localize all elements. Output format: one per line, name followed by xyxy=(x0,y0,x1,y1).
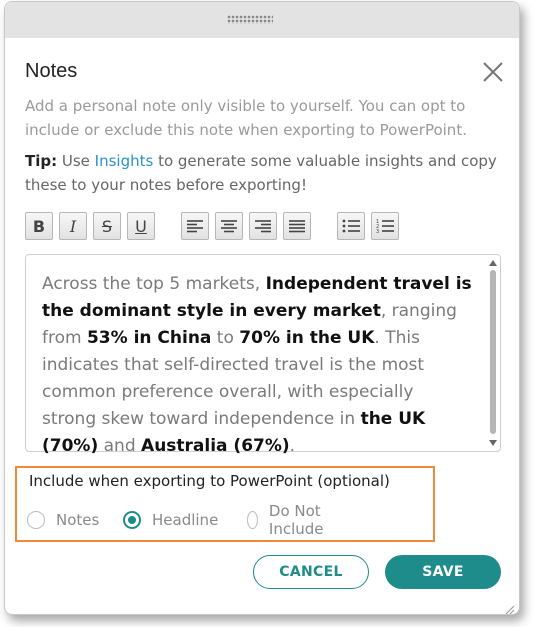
insights-link[interactable]: Insights xyxy=(95,152,154,170)
scroll-thumb[interactable] xyxy=(490,270,496,434)
align-right-icon[interactable] xyxy=(249,212,277,240)
export-options-label: Include when exporting to PowerPoint (op… xyxy=(29,472,390,490)
drag-handle-bar[interactable] xyxy=(5,2,519,38)
tip-pre: Use xyxy=(57,152,95,170)
save-button[interactable]: SAVE xyxy=(385,555,501,589)
radio-label: Do Not Include xyxy=(268,502,324,538)
svg-text:3: 3 xyxy=(376,229,379,233)
dialog-title: Notes xyxy=(25,60,78,82)
note-segment: to xyxy=(211,328,240,348)
strikethrough-icon[interactable]: S xyxy=(93,212,121,240)
scroll-up-icon[interactable] xyxy=(489,260,497,266)
note-segment: Across the top 5 markets, xyxy=(42,274,266,294)
align-left-icon[interactable] xyxy=(181,212,209,240)
scroll-down-icon[interactable] xyxy=(489,440,497,446)
radio-label: Notes xyxy=(56,511,100,529)
radio-circle[interactable] xyxy=(247,511,258,529)
numbered-list-icon[interactable]: 123 xyxy=(371,212,399,240)
resize-handle-icon[interactable] xyxy=(505,600,515,615)
note-text[interactable]: Across the top 5 markets, Independent tr… xyxy=(42,271,472,460)
note-segment: and xyxy=(98,436,142,456)
radio-circle[interactable] xyxy=(27,511,45,529)
align-center-icon[interactable] xyxy=(215,212,243,240)
close-icon[interactable] xyxy=(479,58,507,86)
bullet-list-icon[interactable] xyxy=(337,212,365,240)
italic-icon[interactable]: I xyxy=(59,212,87,240)
radio-circle[interactable] xyxy=(123,511,141,529)
justify-icon[interactable] xyxy=(283,212,311,240)
bold-icon[interactable]: B xyxy=(25,212,53,240)
radio-label: Headline xyxy=(152,511,219,529)
tip-label: Tip: xyxy=(25,152,58,170)
radio-headline[interactable]: Headline xyxy=(123,508,218,532)
underline-icon[interactable]: U xyxy=(127,212,155,240)
notes-dialog: Notes Add a personal note only visible t… xyxy=(4,1,520,615)
note-bold-segment: 53% in China xyxy=(86,328,212,348)
radio-notes[interactable]: Notes xyxy=(27,508,99,532)
note-segment: . xyxy=(289,436,296,456)
tip-text: Tip: Use Insights to generate some valua… xyxy=(25,149,505,197)
dialog-description: Add a personal note only visible to your… xyxy=(25,97,467,139)
note-bold-segment: 70% in the UK xyxy=(239,328,375,348)
note-editor[interactable]: Across the top 5 markets, Independent tr… xyxy=(25,254,501,456)
cancel-button[interactable]: CANCEL xyxy=(253,555,369,589)
editor-scrollbar[interactable] xyxy=(488,258,498,448)
grip-icon[interactable] xyxy=(227,15,273,24)
note-bold-segment: Australia (67%) xyxy=(141,436,290,456)
radio-do-not-include[interactable]: Do Not Include xyxy=(247,502,331,538)
